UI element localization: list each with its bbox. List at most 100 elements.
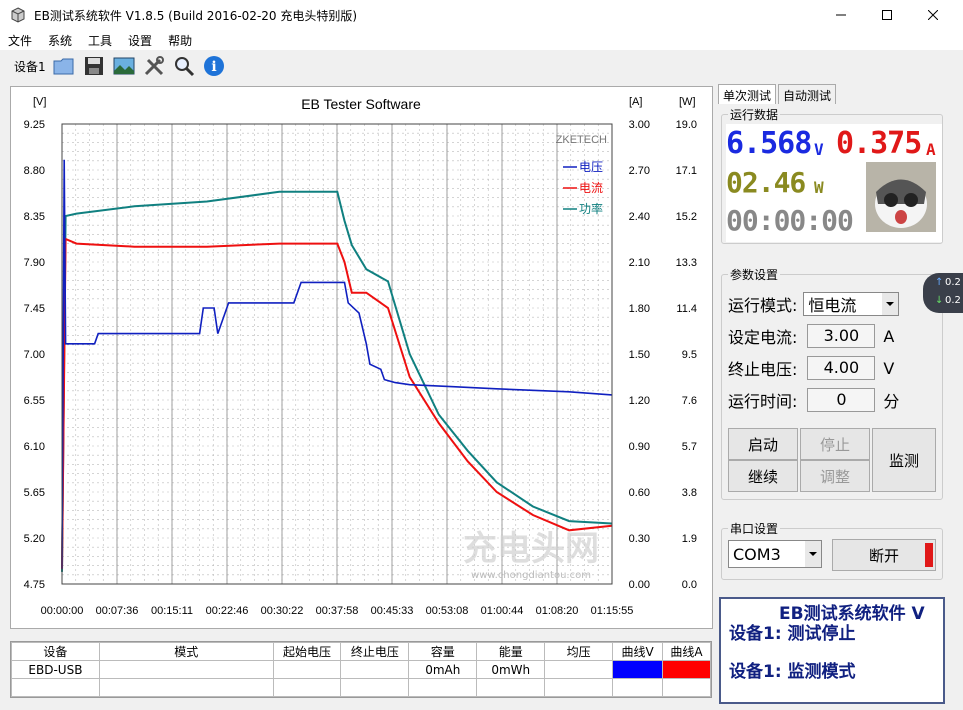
com-port-select[interactable]: COM3 [728,540,822,568]
menu-tools[interactable]: 工具 [88,32,112,49]
set-current-unit: A [883,326,895,346]
y-left-tick-label: 4.75 [24,579,45,591]
y-right-tick-label: 5.7 [682,441,697,453]
current-readout: 0.375 [836,126,922,161]
y-mid-tick-label: 0.90 [629,441,650,453]
results-table: 设备 模式 起始电压 终止电压 容量 能量 均压 曲线V 曲线A EBD-USB… [10,641,712,698]
legend-label: 功率 [579,201,603,216]
menu-settings[interactable]: 设置 [128,32,152,49]
adjust-button[interactable]: 调整 [800,460,870,492]
chevron-down-icon [882,293,899,315]
maximize-button[interactable] [864,0,910,30]
table-cell: EBD-USB [11,660,100,679]
table-header: 容量 [408,642,478,661]
set-current-input[interactable]: 3.00 [807,324,876,348]
y-mid-tick-label: 1.50 [629,349,650,361]
download-arrow-icon: ↓ [935,295,944,306]
table-row[interactable]: EBD-USB 0mAh 0mWh [11,660,711,679]
table-cell: 0mAh [408,660,478,679]
table-cell [662,678,711,697]
table-header: 曲线V [612,642,664,661]
status-log: EB测试系统软件 V 设备1: 测试停止 设备1: 监测模式 [719,597,945,704]
elapsed-time-readout: 00:00:00 [726,204,854,237]
curve-a-swatch[interactable] [662,660,711,679]
stop-button[interactable]: 停止 [800,428,870,460]
search-button[interactable] [172,54,196,78]
x-tick-label: 00:53:08 [426,605,469,617]
y-left-tick-label: 8.80 [24,165,45,177]
y-right-tick-label: 9.5 [682,349,697,361]
open-button[interactable] [52,54,76,78]
power-readout: 02.46 [726,166,806,199]
image-icon [113,57,135,75]
y-right-tick-label: 3.8 [682,487,697,499]
download-speed: 0.2 [945,295,961,306]
network-speed-pill[interactable]: ↑ 0.2 ↓ 0.2 [923,273,963,313]
y-mid-tick-label: 3.00 [629,119,650,131]
cutoff-voltage-input[interactable]: 4.00 [807,356,876,380]
close-icon [928,10,938,20]
y-right-tick-label: 17.1 [676,165,697,177]
table-header: 曲线A [662,642,711,661]
y-mid-tick-label: 0.30 [629,533,650,545]
run-time-label: 运行时间: [728,392,798,411]
table-cell [272,678,342,697]
y-left-tick-label: 9.25 [24,119,45,131]
x-tick-label: 01:00:44 [481,605,524,617]
minimize-icon [836,14,846,16]
table-header: 设备 [11,642,100,661]
y-right-tick-label: 11.4 [676,303,697,315]
minimize-button[interactable] [818,0,864,30]
cutoff-voltage-unit: V [883,358,895,378]
mode-select[interactable]: 恒电流 [803,292,900,316]
save-button[interactable] [82,54,106,78]
svg-text:i: i [211,59,216,75]
y-mid-tick-label: 0.60 [629,487,650,499]
table-cell [476,678,546,697]
table-cell [340,678,410,697]
status-line-stopped: 设备1: 测试停止 [729,624,856,644]
upload-arrow-icon: ↑ [935,277,944,288]
upload-speed: 0.2 [945,277,961,288]
tools-button[interactable] [142,54,166,78]
x-tick-label: 00:07:36 [96,605,139,617]
y-right-tick-label: 13.3 [676,257,697,269]
menu-file[interactable]: 文件 [8,32,32,49]
y-left-tick-label: 7.00 [24,349,45,361]
x-tick-label: 00:45:33 [371,605,414,617]
disconnect-button[interactable]: 断开 [832,539,936,571]
voltage-row: 终止电压: 4.00 V [728,356,894,380]
cutoff-voltage-label: 终止电压: [728,360,798,379]
device-selector[interactable]: 设备1 [14,58,46,75]
x-tick-label: 00:15:11 [151,605,193,617]
y-right-tick-label: 1.9 [682,533,697,545]
about-button[interactable]: i [202,54,226,78]
y-left-unit: [V] [33,96,46,108]
y-mid-tick-label: 1.80 [629,303,650,315]
y-mid-unit: [A] [629,96,642,108]
curve-v-swatch[interactable] [612,660,664,679]
tab-single-test[interactable]: 单次测试 [718,84,777,104]
snapshot-button[interactable] [112,54,136,78]
disconnect-label: 断开 [868,546,899,565]
mode-row: 运行模式: 恒电流 [728,292,900,316]
y-mid-tick-label: 0.00 [629,579,650,591]
params-title: 参数设置 [728,266,781,283]
monitor-button[interactable]: 监测 [872,428,936,492]
site-watermark: 充电头网 [463,529,599,569]
set-current-label: 设定电流: [728,328,798,347]
continue-button[interactable]: 继续 [728,460,798,492]
table-header: 起始电压 [272,642,342,661]
tab-bar: 单次测试 自动测试 [718,84,952,104]
cat-avatar-image [866,162,936,232]
close-button[interactable] [910,0,956,30]
run-time-input[interactable]: 0 [807,388,876,412]
start-button[interactable]: 启动 [728,428,798,460]
tab-auto-test[interactable]: 自动测试 [778,84,837,104]
save-icon [84,57,103,75]
menu-system[interactable]: 系统 [48,32,72,49]
table-cell [544,660,614,679]
menu-help[interactable]: 帮助 [168,32,192,49]
y-right-tick-label: 7.6 [682,395,697,407]
info-icon: i [203,56,224,76]
